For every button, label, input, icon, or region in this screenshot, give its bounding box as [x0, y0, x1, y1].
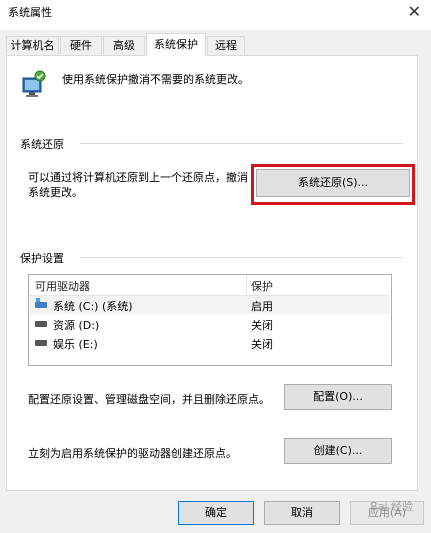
protection-settings-section-title: 保护设置: [20, 252, 64, 265]
cancel-button[interactable]: 取消: [264, 501, 340, 525]
tab-hardware[interactable]: 硬件: [60, 36, 102, 54]
close-icon[interactable]: ✕: [408, 2, 421, 21]
ok-button[interactable]: 确定: [178, 501, 254, 525]
system-protection-icon: [22, 70, 46, 97]
drive-protection-status: 关闭: [251, 319, 273, 332]
system-drive-icon: [35, 298, 47, 308]
drive-name: 资源 (D:): [53, 319, 100, 332]
watermark: Bai 经验: [370, 500, 413, 513]
list-item[interactable]: 资源 (D:) 关闭: [29, 315, 389, 333]
window-title: 系统属性: [8, 6, 52, 19]
intro-text: 使用系统保护撤消不需要的系统更改。: [62, 73, 249, 86]
restore-description-line1: 可以通过将计算机还原到上一个还原点，撤消: [28, 171, 248, 184]
system-restore-section-title: 系统还原: [20, 138, 64, 151]
column-header-protection[interactable]: 保护: [251, 278, 273, 294]
drive-name: 系统 (C:) (系统): [53, 300, 133, 313]
section-divider: [80, 143, 403, 144]
create-button[interactable]: 创建(C)...: [284, 438, 392, 464]
section-divider: [80, 257, 403, 258]
list-item[interactable]: 娱乐 (E:) 关闭: [29, 334, 389, 352]
drive-icon: [35, 340, 47, 346]
system-restore-button[interactable]: 系统还原(S)...: [256, 169, 410, 197]
restore-description-line2: 系统更改。: [28, 186, 83, 199]
column-header-drive[interactable]: 可用驱动器: [35, 278, 90, 294]
list-header: 可用驱动器 保护: [29, 275, 389, 296]
drive-icon: [35, 321, 47, 327]
column-divider: [246, 275, 247, 295]
configure-text: 配置还原设置、管理磁盘空间，并且删除还原点。: [28, 393, 270, 406]
tab-panel: [6, 55, 418, 491]
list-item[interactable]: 系统 (C:) (系统) 启用: [29, 296, 389, 314]
title-bar: 系统属性 ✕: [0, 0, 431, 30]
tab-computer-name[interactable]: 计算机名: [6, 36, 59, 54]
drive-protection-status: 关闭: [251, 338, 273, 351]
tab-system-protection[interactable]: 系统保护: [146, 33, 206, 56]
drive-name: 娱乐 (E:): [53, 338, 98, 351]
drive-protection-status: 启用: [251, 300, 273, 313]
tab-remote[interactable]: 远程: [207, 36, 245, 54]
create-text: 立刻为启用系统保护的驱动器创建还原点。: [28, 447, 237, 460]
configure-button[interactable]: 配置(O)...: [284, 384, 392, 410]
drive-list[interactable]: 可用驱动器 保护 系统 (C:) (系统) 启用 资源 (D:) 关闭 娱乐 (…: [28, 274, 392, 366]
tab-advanced[interactable]: 高级: [103, 36, 145, 54]
